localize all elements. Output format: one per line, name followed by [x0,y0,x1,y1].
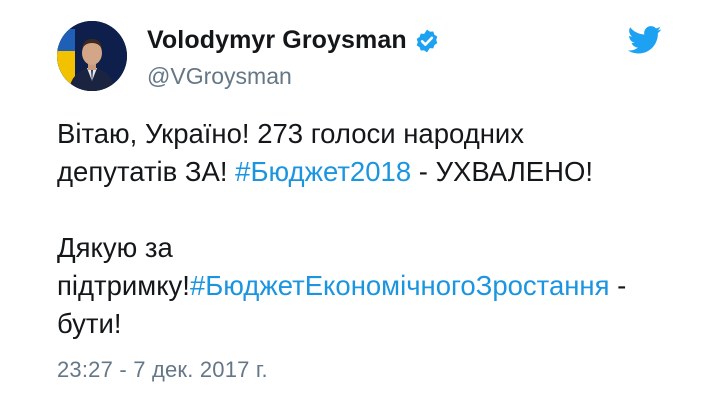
avatar-photo [57,21,127,91]
paragraph-break [57,191,677,229]
tweet-text-segment: депутатів ЗА! [57,156,236,187]
tweet-text-segment: Дякую за [57,232,173,263]
tweet-line: бути! [57,305,677,343]
tweet-text-segment: Вітаю, Україно! 273 голоси народних [57,118,525,149]
author-display-name[interactable]: Volodymyr Groysman [147,26,407,55]
tweet-text-segment: бути! [57,308,122,339]
tweet-text-segment: підтримку! [57,270,190,301]
verified-badge-icon [414,28,440,54]
tweet-text-segment: - УХВАЛЕНО! [411,156,594,187]
author-name-row: Volodymyr Groysman [147,26,440,55]
author-handle[interactable]: @VGroysman [147,63,292,90]
tweet-card: Volodymyr Groysman @VGroysman Вітаю, Укр… [0,0,720,401]
tweet-line: Дякую за [57,229,677,267]
tweet-line: депутатів ЗА! #Бюджет2018 - УХВАЛЕНО! [57,153,677,191]
tweet-line: Вітаю, Україно! 273 голоси народних [57,115,677,153]
tweet-text-segment: - [609,270,627,301]
avatar[interactable] [57,21,127,91]
hashtag-link[interactable]: #БюджетЕкономічногоЗростання [190,270,610,301]
tweet-line: підтримку!#БюджетЕкономічногоЗростання - [57,267,677,305]
hashtag-link[interactable]: #Бюджет2018 [235,156,411,187]
tweet-text: Вітаю, Україно! 273 голоси народних депу… [57,115,677,343]
tweet-timestamp[interactable]: 23:27 - 7 дек. 2017 г. [57,357,268,383]
twitter-bird-icon[interactable] [628,26,662,54]
